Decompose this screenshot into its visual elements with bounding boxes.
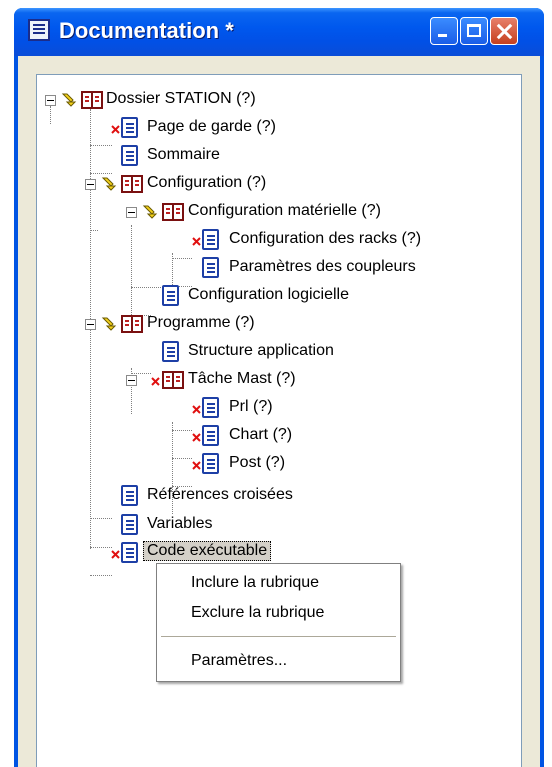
tree-node-references-croisees[interactable]: Références croisées xyxy=(37,483,517,509)
tree-node-page-de-garde[interactable]: Page de garde (?) xyxy=(37,115,517,141)
tree-label: Sommaire xyxy=(147,146,220,163)
tree-node-parametres-des-coupleurs[interactable]: Paramètres des coupleurs xyxy=(37,255,517,281)
book-icon xyxy=(162,203,184,221)
tree-label: Configuration matérielle (?) xyxy=(188,202,381,219)
page-icon xyxy=(202,453,219,474)
error-marker-icon xyxy=(111,550,120,559)
error-marker-icon xyxy=(192,237,201,246)
tree-node-chart[interactable]: Chart (?) xyxy=(37,423,517,449)
error-marker-icon xyxy=(192,433,201,442)
tree-node-programme[interactable]: Programme (?) xyxy=(37,311,517,337)
tree-label: Configuration logicielle xyxy=(188,286,349,303)
tree-label: Programme (?) xyxy=(147,314,255,331)
error-marker-icon xyxy=(192,405,201,414)
include-topic-menu-item[interactable]: Inclure la rubrique xyxy=(191,574,319,592)
arrow-icon xyxy=(61,93,77,107)
tree-label: Page de garde (?) xyxy=(147,118,276,135)
close-button[interactable] xyxy=(490,17,518,45)
collapse-toggle[interactable] xyxy=(85,319,96,330)
tree-node-configuration-des-racks[interactable]: Configuration des racks (?) xyxy=(37,227,517,253)
collapse-toggle[interactable] xyxy=(85,179,96,190)
tree-label: Prl (?) xyxy=(229,398,273,415)
page-icon xyxy=(162,285,179,306)
window-title: Documentation * xyxy=(59,18,234,43)
tree-label: Post (?) xyxy=(229,454,286,471)
page-icon xyxy=(121,485,138,506)
error-marker-icon xyxy=(111,125,120,134)
context-menu: Inclure la rubrique Exclure la rubrique … xyxy=(156,563,401,682)
arrow-icon xyxy=(101,317,117,331)
selected-tree-label: Code exécutable xyxy=(143,541,272,561)
tree-label: Références croisées xyxy=(147,486,293,503)
menu-separator xyxy=(161,636,396,637)
tree-node-variables[interactable]: Variables xyxy=(37,512,517,538)
page-icon xyxy=(121,542,138,563)
tree-node-post[interactable]: Post (?) xyxy=(37,451,517,477)
tree-node-dossier-station[interactable]: Dossier STATION (?) xyxy=(37,87,517,113)
book-icon xyxy=(162,371,184,389)
document-window-icon[interactable] xyxy=(28,19,50,41)
tree-node-configuration[interactable]: Configuration (?) xyxy=(37,171,517,197)
tree-label: Paramètres des coupleurs xyxy=(229,258,416,275)
tree-node-sommaire[interactable]: Sommaire xyxy=(37,143,517,169)
tree-label: Configuration (?) xyxy=(147,174,267,191)
tree-line xyxy=(90,575,112,576)
page-icon xyxy=(202,229,219,250)
tree-node-configuration-logicielle[interactable]: Configuration logicielle xyxy=(37,283,517,309)
page-icon xyxy=(121,145,138,166)
tree-label: Tâche Mast (?) xyxy=(188,370,296,387)
tree-label: Configuration des racks (?) xyxy=(229,230,422,247)
book-icon xyxy=(121,315,143,333)
arrow-icon xyxy=(101,177,117,191)
exclude-topic-menu-item[interactable]: Exclure la rubrique xyxy=(191,604,324,622)
error-marker-icon xyxy=(192,461,201,470)
tree-node-prl[interactable]: Prl (?) xyxy=(37,395,517,421)
book-icon xyxy=(121,175,143,193)
tree-node-structure-application[interactable]: Structure application xyxy=(37,339,517,365)
collapse-toggle[interactable] xyxy=(126,207,137,218)
page-icon xyxy=(202,257,219,278)
close-icon xyxy=(491,18,517,44)
page-icon xyxy=(162,341,179,362)
collapse-toggle[interactable] xyxy=(126,375,137,386)
page-icon xyxy=(202,397,219,418)
title-bar[interactable]: Documentation * xyxy=(14,8,544,56)
page-icon xyxy=(121,514,138,535)
page-icon xyxy=(121,117,138,138)
arrow-icon xyxy=(142,205,158,219)
minimize-button[interactable] xyxy=(430,17,458,45)
tree-label: Structure application xyxy=(188,342,334,359)
tree-label: Dossier STATION (?) xyxy=(106,90,256,107)
book-icon xyxy=(81,91,103,109)
page-icon xyxy=(202,425,219,446)
tree-node-tache-mast[interactable]: Tâche Mast (?) xyxy=(37,367,517,393)
tree-node-configuration-materielle[interactable]: Configuration matérielle (?) xyxy=(37,199,517,225)
tree-label: Chart (?) xyxy=(229,426,293,443)
maximize-button[interactable] xyxy=(460,17,488,45)
collapse-toggle[interactable] xyxy=(45,95,56,106)
tree-label: Variables xyxy=(147,515,213,532)
parameters-menu-item[interactable]: Paramètres... xyxy=(191,652,287,670)
error-marker-icon xyxy=(151,377,160,386)
